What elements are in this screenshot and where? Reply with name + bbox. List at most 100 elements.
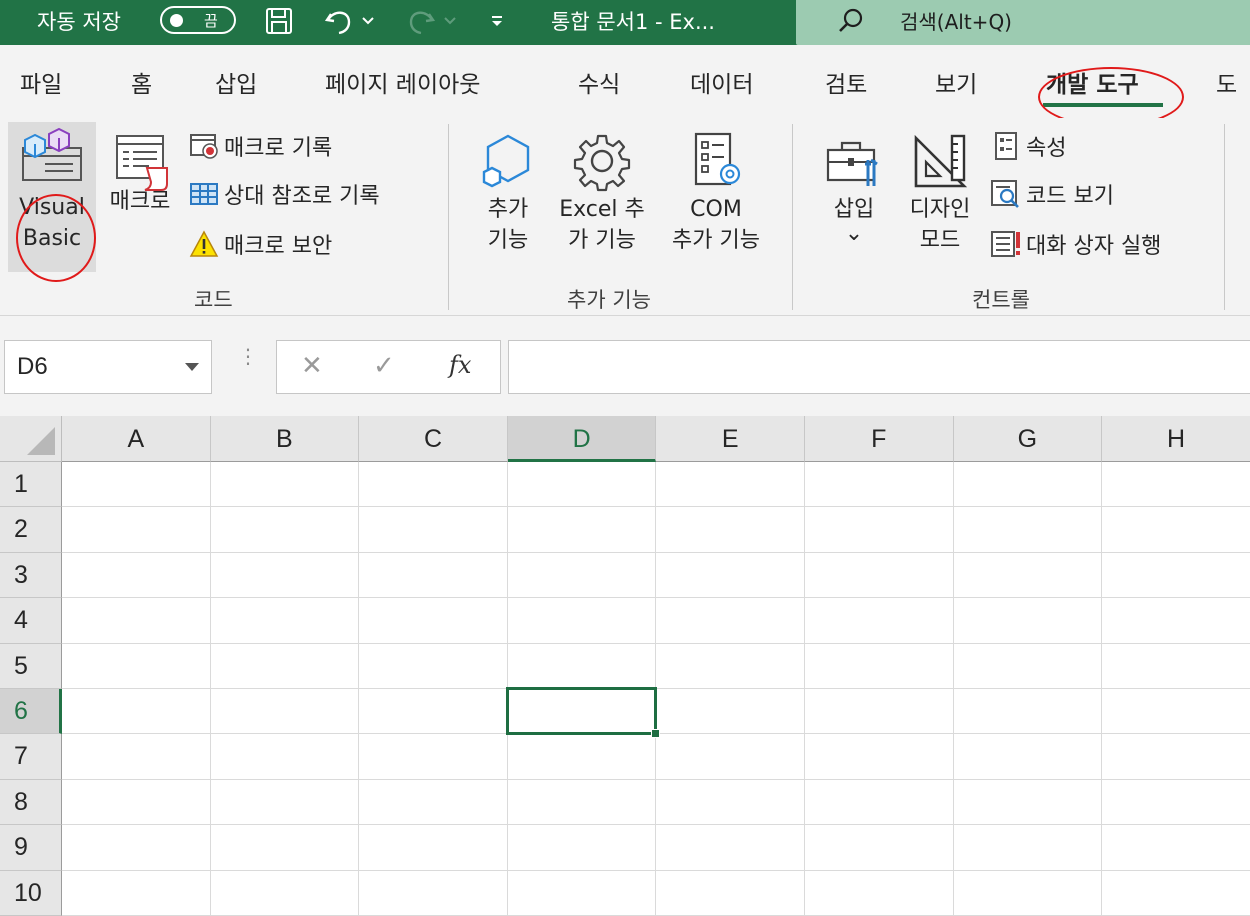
cell-b6[interactable] — [210, 689, 360, 735]
cell-h1[interactable] — [1102, 462, 1250, 508]
cell-h9[interactable] — [1102, 825, 1250, 871]
cell-c9[interactable] — [359, 825, 508, 871]
column-header-a[interactable]: A — [62, 416, 211, 462]
row-header-6[interactable]: 6 — [0, 689, 62, 735]
tab-view[interactable]: 보기 — [935, 65, 977, 99]
cell-d10[interactable] — [507, 870, 657, 916]
cell-g2[interactable] — [953, 507, 1103, 553]
properties-button[interactable]: 속성 — [990, 130, 1066, 162]
cell-h8[interactable] — [1102, 779, 1250, 826]
row-header-10[interactable]: 10 — [0, 870, 62, 916]
autosave-toggle[interactable]: 끔 — [160, 6, 236, 34]
select-all-button[interactable] — [0, 416, 62, 462]
cell-f2[interactable] — [805, 507, 954, 553]
visual-basic-button[interactable]: Visual Basic — [10, 126, 94, 254]
row-header-2[interactable]: 2 — [0, 507, 62, 553]
customize-qat-icon[interactable] — [484, 4, 510, 38]
cell-a1[interactable] — [62, 462, 211, 508]
cell-f6[interactable] — [805, 689, 954, 735]
cell-e3[interactable] — [656, 552, 805, 599]
view-code-button[interactable]: 코드 보기 — [990, 178, 1114, 210]
cell-e5[interactable] — [656, 643, 805, 689]
cell-g4[interactable] — [953, 598, 1103, 644]
row-header-4[interactable]: 4 — [0, 598, 62, 644]
column-header-c[interactable]: C — [359, 416, 508, 462]
excel-addins-button[interactable]: Excel 추 가 기능 — [552, 130, 652, 256]
cell-e6[interactable] — [656, 689, 805, 735]
cell-f9[interactable] — [805, 825, 954, 871]
cell-f4[interactable] — [805, 598, 954, 644]
cell-e1[interactable] — [656, 462, 805, 508]
cell-f7[interactable] — [805, 734, 954, 780]
cell-b4[interactable] — [210, 598, 360, 644]
macro-security-button[interactable]: 매크로 보안 — [188, 228, 332, 260]
cell-g8[interactable] — [953, 779, 1103, 826]
cell-f1[interactable] — [805, 462, 954, 508]
cell-f3[interactable] — [805, 552, 954, 599]
cell-f10[interactable] — [805, 870, 954, 916]
cell-g6[interactable] — [953, 689, 1103, 735]
record-macro-button[interactable]: 매크로 기록 — [188, 130, 332, 162]
cell-a3[interactable] — [62, 552, 211, 599]
row-header-8[interactable]: 8 — [0, 779, 62, 826]
cell-h7[interactable] — [1102, 734, 1250, 780]
row-header-5[interactable]: 5 — [0, 643, 62, 689]
name-box-dropdown-icon[interactable] — [185, 363, 199, 371]
tab-developer[interactable]: 개발 도구 — [1046, 65, 1139, 99]
macros-button[interactable]: 매크로 — [100, 132, 180, 217]
cell-h10[interactable] — [1102, 870, 1250, 916]
cell-g7[interactable] — [953, 734, 1103, 780]
cell-g9[interactable] — [953, 825, 1103, 871]
tab-file[interactable]: 파일 — [20, 65, 62, 99]
cell-c4[interactable] — [359, 598, 508, 644]
cell-a10[interactable] — [62, 870, 211, 916]
column-header-d[interactable]: D — [507, 416, 657, 462]
cell-d2[interactable] — [507, 507, 657, 553]
cell-d1[interactable] — [507, 462, 657, 508]
formula-bar-resize-handle[interactable]: ⋮ — [238, 346, 258, 366]
cell-h4[interactable] — [1102, 598, 1250, 644]
cell-a9[interactable] — [62, 825, 211, 871]
cell-d6[interactable] — [507, 689, 657, 735]
tab-home[interactable]: 홈 — [131, 65, 152, 99]
redo-dropdown-icon[interactable] — [440, 4, 460, 38]
cell-c5[interactable] — [359, 643, 508, 689]
cell-g3[interactable] — [953, 552, 1103, 599]
cell-g1[interactable] — [953, 462, 1103, 508]
row-header-1[interactable]: 1 — [0, 462, 62, 508]
cell-f5[interactable] — [805, 643, 954, 689]
row-header-3[interactable]: 3 — [0, 552, 62, 599]
cell-d4[interactable] — [507, 598, 657, 644]
search-box[interactable]: 검색(Alt+Q) — [796, 0, 1250, 45]
cell-a2[interactable] — [62, 507, 211, 553]
cell-h3[interactable] — [1102, 552, 1250, 599]
cell-e8[interactable] — [656, 779, 805, 826]
cell-e9[interactable] — [656, 825, 805, 871]
insert-function-icon[interactable]: fx — [449, 351, 471, 379]
cell-b5[interactable] — [210, 643, 360, 689]
cell-c3[interactable] — [359, 552, 508, 599]
relative-reference-button[interactable]: 상대 참조로 기록 — [188, 178, 380, 210]
column-header-g[interactable]: G — [953, 416, 1103, 462]
tab-insert[interactable]: 삽입 — [215, 65, 257, 99]
enter-icon[interactable]: ✓ — [373, 351, 395, 381]
cell-c1[interactable] — [359, 462, 508, 508]
cell-a7[interactable] — [62, 734, 211, 780]
column-header-f[interactable]: F — [805, 416, 954, 462]
cell-a4[interactable] — [62, 598, 211, 644]
cell-c10[interactable] — [359, 870, 508, 916]
cell-c2[interactable] — [359, 507, 508, 553]
cell-c6[interactable] — [359, 689, 508, 735]
tab-overflow[interactable]: 도 — [1216, 65, 1237, 99]
cell-c8[interactable] — [359, 779, 508, 826]
run-dialog-button[interactable]: 대화 상자 실행 — [990, 228, 1161, 260]
cell-h5[interactable] — [1102, 643, 1250, 689]
tab-formulas[interactable]: 수식 — [578, 65, 620, 99]
cell-b9[interactable] — [210, 825, 360, 871]
cell-e10[interactable] — [656, 870, 805, 916]
cell-d9[interactable] — [507, 825, 657, 871]
cell-b1[interactable] — [210, 462, 360, 508]
cell-g5[interactable] — [953, 643, 1103, 689]
com-addins-button[interactable]: COM 추가 기능 — [660, 130, 772, 256]
cell-d7[interactable] — [507, 734, 657, 780]
